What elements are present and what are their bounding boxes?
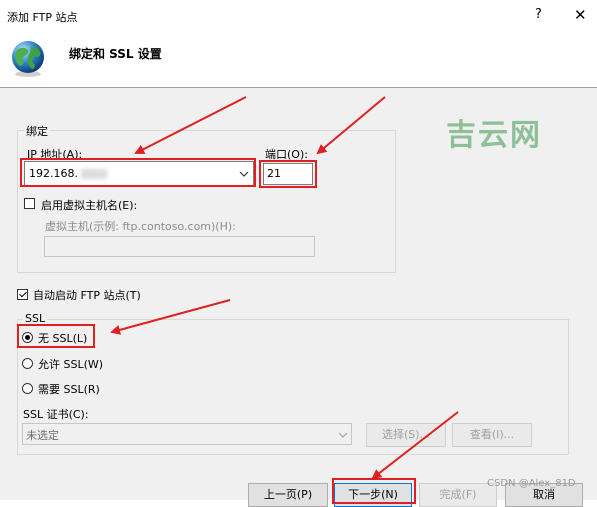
view-cert-button[interactable]: 查看(I)... <box>452 423 532 447</box>
title-bar: 添加 FTP 站点 ? ✕ <box>0 0 597 30</box>
allow-ssl-radio[interactable] <box>22 358 33 369</box>
select-cert-button[interactable]: 选择(S)... <box>366 423 446 447</box>
ssl-highlight-box <box>17 324 95 348</box>
ip-highlight-box <box>20 158 256 187</box>
vhost-input[interactable] <box>44 236 315 257</box>
credit-text: CSDN @Alex_81D <box>487 478 576 489</box>
vhost-field-label: 虚拟主机(示例: ftp.contoso.com)(H): <box>45 220 236 233</box>
chevron-down-icon[interactable] <box>338 431 348 439</box>
ssl-cert-label: SSL 证书(C): <box>23 408 89 421</box>
allow-ssl-label: 允许 SSL(W) <box>38 358 104 371</box>
require-ssl-label: 需要 SSL(R) <box>38 383 100 396</box>
autostart-label: 自动启动 FTP 站点(T) <box>33 289 141 302</box>
globe-icon <box>12 41 44 77</box>
next-highlight-box <box>332 478 416 504</box>
port-highlight-box <box>259 160 317 188</box>
autostart-checkbox[interactable] <box>17 289 28 300</box>
window-title: 添加 FTP 站点 <box>7 11 78 24</box>
page-title: 绑定和 SSL 设置 <box>69 47 162 61</box>
ssl-cert-select[interactable]: 未选定 <box>22 423 352 445</box>
close-button[interactable]: ✕ <box>574 6 587 24</box>
vhost-checkbox[interactable] <box>24 198 35 209</box>
require-ssl-radio[interactable] <box>22 383 33 394</box>
vhost-checkbox-label: 启用虚拟主机名(E): <box>41 199 138 212</box>
finish-button[interactable]: 完成(F) <box>419 483 497 507</box>
prev-button[interactable]: 上一页(P) <box>248 483 328 507</box>
help-button[interactable]: ? <box>535 7 542 22</box>
binding-group-label: 绑定 <box>24 123 50 139</box>
watermark: 吉云网 <box>446 118 542 153</box>
